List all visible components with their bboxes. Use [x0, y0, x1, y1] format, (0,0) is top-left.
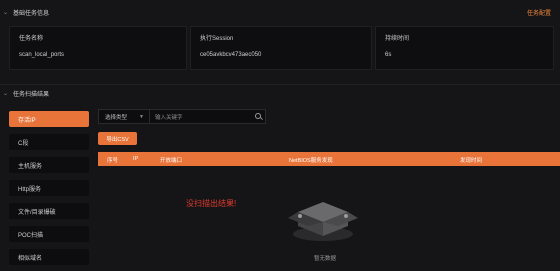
task-config-link[interactable]: 任务配置: [527, 8, 551, 17]
empty-text: 暂无数据: [314, 256, 337, 262]
task-info-title: 基础任务信息: [13, 10, 50, 17]
sidebar-item-poc-scan[interactable]: POC扫描: [9, 226, 89, 242]
table-header: 序号 IP 开放端口 NetBIOS服务发现 发现时间: [98, 152, 560, 166]
search-icon[interactable]: [255, 113, 261, 119]
no-result-text: 没扫描出结果!: [186, 199, 237, 208]
col-found-time: 发现时间: [460, 158, 483, 164]
duration-card: 持续时间 6s: [375, 26, 554, 70]
task-name-label: 任务名称: [19, 36, 44, 42]
result-type-sidebar: 存活IP C段 主机服务 Http服务 文件/目录爆破 POC扫描 相似域名: [9, 111, 89, 271]
session-card: 执行Session ce05avkbcv473aec050: [190, 26, 372, 70]
chevron-down-icon: ▼: [139, 113, 144, 120]
chevron-down-icon[interactable]: ⌄: [0, 90, 10, 97]
col-index: 序号: [107, 158, 119, 164]
result-main-panel: 选择类型 ▼ 输入关键字 导出CSV 序号 IP 开放端口 NetBIOS服务发…: [98, 109, 560, 262]
task-info-header[interactable]: ⌄ 基础任务信息 任务配置: [0, 5, 560, 19]
section-divider: [0, 84, 560, 85]
type-select-label: 选择类型: [105, 114, 128, 121]
sidebar-item-dir-bruteforce[interactable]: 文件/目录爆破: [9, 203, 89, 219]
sidebar-item-alive-ip[interactable]: 存活IP: [9, 111, 89, 127]
duration-label: 持续时间: [385, 36, 410, 42]
scan-results-header[interactable]: ⌄ 任务扫描结果: [0, 86, 560, 100]
task-name-card: 任务名称 scan_local_ports: [9, 26, 187, 70]
col-open-ports: 开放端口: [160, 158, 183, 164]
search-input[interactable]: 输入关键字: [150, 109, 266, 124]
sidebar-item-host-service[interactable]: 主机服务: [9, 157, 89, 173]
export-csv-button[interactable]: 导出CSV: [98, 132, 137, 145]
session-value: ce05avkbcv473aec050: [200, 52, 262, 58]
sidebar-item-similar-domain[interactable]: 相似域名: [9, 249, 89, 265]
col-netbios: NetBIOS服务发现: [289, 158, 333, 164]
sidebar-item-http-service[interactable]: Http服务: [9, 180, 89, 196]
col-ip: IP: [133, 156, 139, 162]
task-info-cards: 任务名称 scan_local_ports 执行Session ce05avkb…: [9, 26, 554, 70]
filter-row: 选择类型 ▼ 输入关键字: [98, 109, 560, 124]
chevron-down-icon[interactable]: ⌄: [0, 9, 10, 16]
empty-state: 没扫描出结果! 暂无数据: [98, 166, 560, 271]
type-select[interactable]: 选择类型 ▼: [98, 109, 150, 124]
duration-value: 6s: [385, 52, 392, 58]
task-name-value: scan_local_ports: [19, 52, 65, 58]
session-label: 执行Session: [200, 36, 234, 42]
search-placeholder: 输入关键字: [155, 114, 183, 121]
empty-box-icon: [288, 202, 358, 241]
sidebar-item-c-segment[interactable]: C段: [9, 134, 89, 150]
scan-results-title: 任务扫描结果: [13, 91, 50, 98]
